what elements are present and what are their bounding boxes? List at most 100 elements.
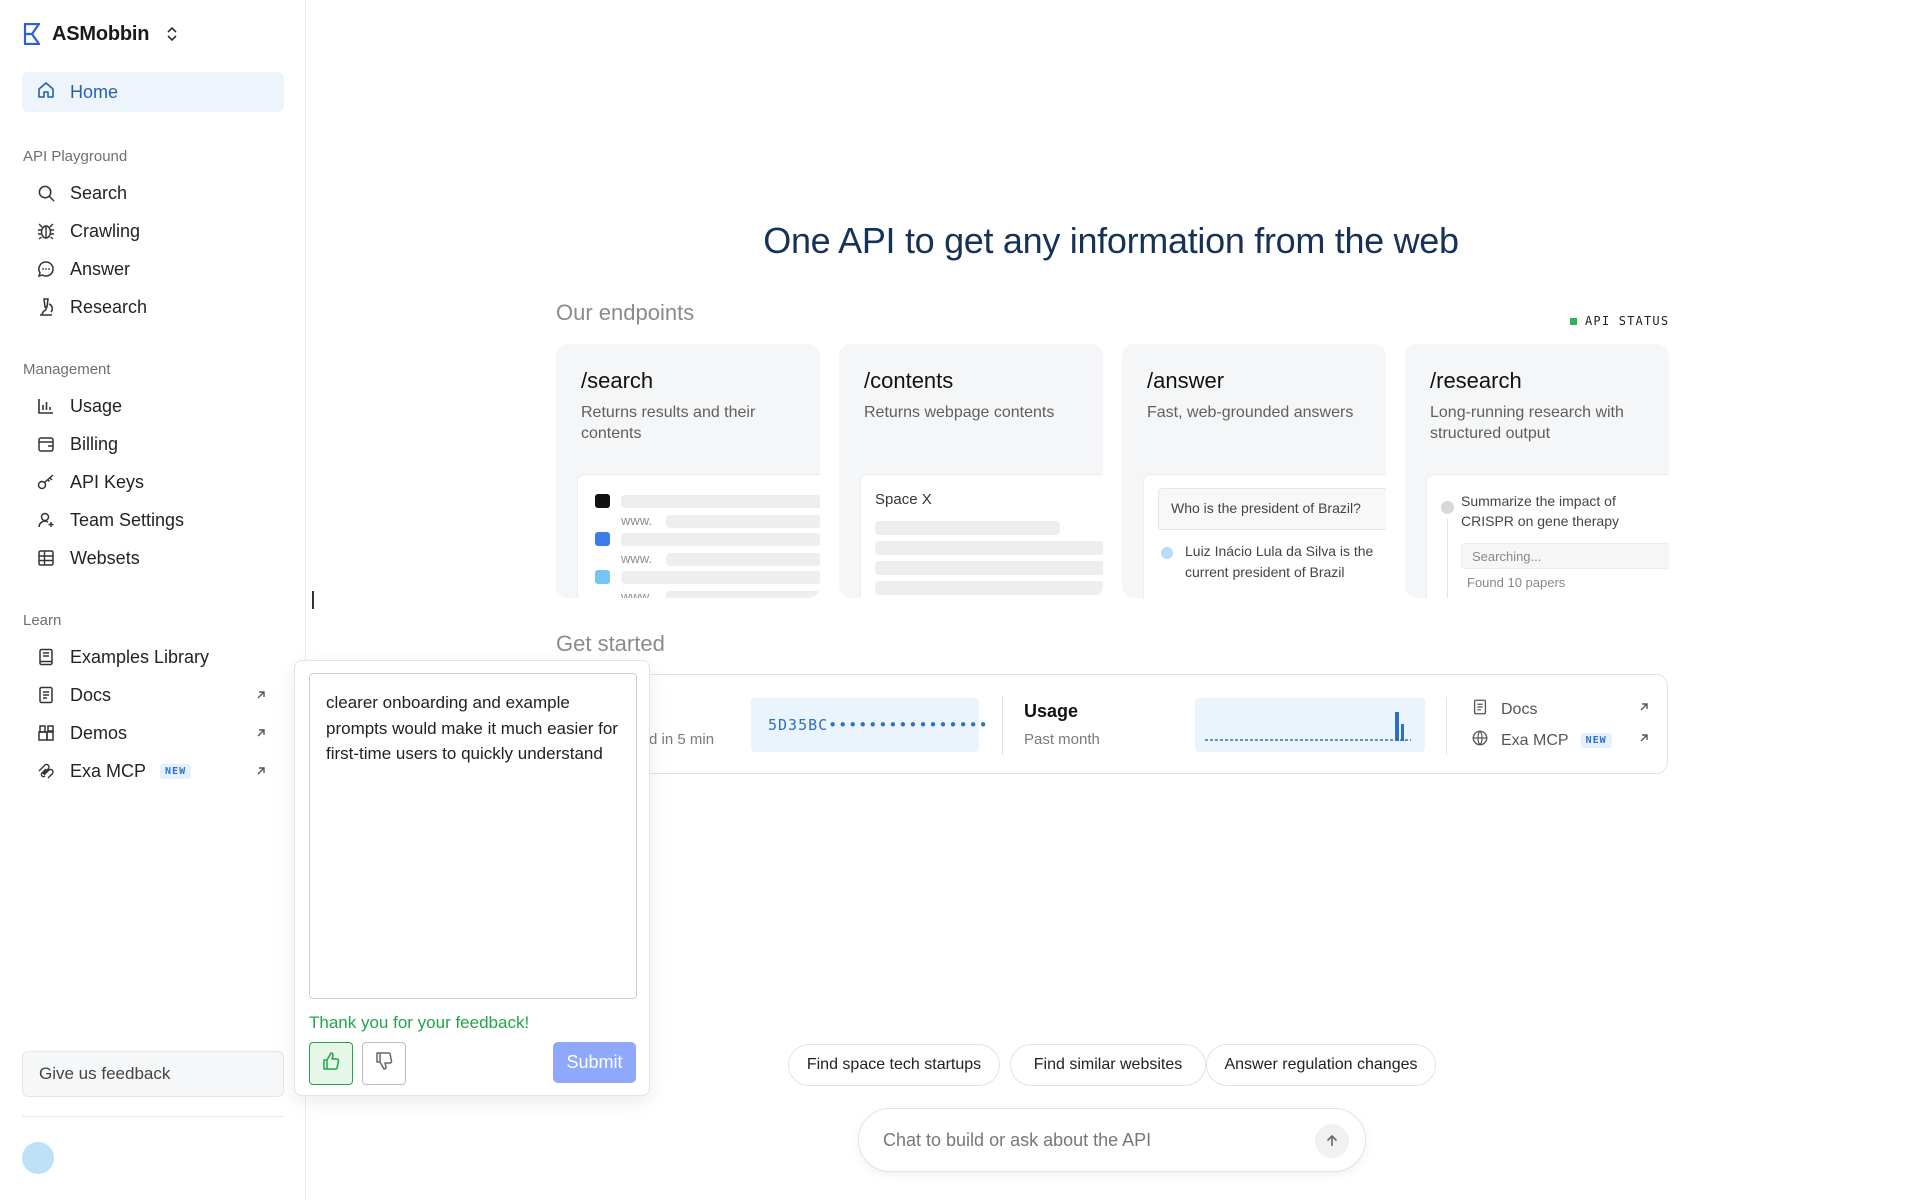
api-key-display[interactable]: 5D35BC••••••••••••••••: [751, 698, 988, 752]
link-label: Exa MCP: [1501, 731, 1569, 749]
preview-answer: Luiz Inácio Lula da Silva is the current…: [1185, 543, 1374, 580]
sidebar-item-docs[interactable]: Docs: [22, 677, 284, 713]
sidebar-item-home[interactable]: Home: [22, 72, 284, 112]
sidebar-item-label: Crawling: [70, 220, 141, 241]
mcp-icon: [36, 761, 56, 781]
thumbs-down-icon: [374, 1051, 394, 1076]
sidebar-item-websets[interactable]: Websets: [22, 540, 284, 576]
send-arrow-icon[interactable]: [1315, 1124, 1349, 1158]
blocks-icon: [36, 723, 56, 743]
document-icon: [1471, 698, 1489, 721]
home-icon: [36, 80, 56, 105]
section-title-learn: Learn: [23, 612, 62, 629]
answer-dot-icon: [1161, 547, 1173, 559]
docs-link[interactable]: Docs: [1471, 698, 1651, 721]
sidebar-item-label: Websets: [70, 547, 140, 568]
sidebar-item-exa-mcp[interactable]: Exa MCP NEW: [22, 753, 284, 789]
new-badge: NEW: [160, 763, 192, 779]
endpoint-name: /answer: [1147, 368, 1225, 393]
result-favicon-icon: [595, 532, 610, 546]
sidebar-item-label: Team Settings: [70, 509, 185, 530]
sidebar-item-search[interactable]: Search: [22, 175, 284, 211]
sidebar-item-billing[interactable]: Billing: [22, 426, 284, 462]
search-icon: [36, 183, 56, 203]
endpoint-cards: /search Returns results and their conten…: [556, 344, 1669, 598]
suggestion-chip[interactable]: Find similar websites: [1010, 1044, 1206, 1086]
endpoint-card-research[interactable]: /research Long-running research with str…: [1405, 344, 1669, 598]
divider: [1446, 697, 1447, 755]
get-started-card: d in 5 min 5D35BC•••••••••••••••• Usage …: [556, 674, 1668, 774]
get-started-section-title: Get started: [556, 631, 665, 656]
sidebar-item-research[interactable]: Research: [22, 289, 284, 325]
chevron-updown-icon[interactable]: [165, 25, 179, 43]
external-link-icon: [1637, 700, 1651, 719]
result-url: www.: [621, 513, 653, 528]
result-favicon-icon: [595, 570, 610, 584]
preview-title: Space X: [875, 491, 932, 508]
api-status-link[interactable]: API STATUS: [1570, 314, 1669, 328]
sidebar-item-answer[interactable]: Answer: [22, 251, 284, 287]
section-title-management: Management: [23, 361, 111, 378]
sidebar-item-label: Billing: [70, 433, 119, 454]
sidebar-item-demos[interactable]: Demos: [22, 715, 284, 751]
research-preview: Summarize the impact of CRISPR on gene t…: [1426, 474, 1669, 598]
avatar[interactable]: [22, 1142, 54, 1174]
result-url: www.: [621, 551, 653, 566]
sidebar-item-label: API Keys: [70, 471, 145, 492]
result-favicon-icon: [595, 494, 610, 508]
globe-icon: [1471, 729, 1489, 752]
endpoint-description: Returns results and their contents: [581, 404, 756, 442]
link-label: Docs: [1501, 700, 1538, 718]
result-url: www.: [621, 589, 653, 598]
thumbs-up-button[interactable]: [309, 1042, 353, 1085]
preview-question: Who is the president of Brazil?: [1158, 488, 1386, 530]
suggestion-chip[interactable]: Answer regulation changes: [1206, 1044, 1436, 1086]
preview-status: Searching...: [1461, 543, 1669, 569]
usage-sparkline[interactable]: [1195, 698, 1425, 752]
suggestion-chip[interactable]: Find space tech startups: [788, 1044, 1000, 1086]
book-icon: [36, 647, 56, 667]
external-link-icon: [254, 762, 270, 778]
answer-preview: Who is the president of Brazil? Luiz Iná…: [1143, 474, 1386, 598]
bar-chart-icon: [36, 396, 56, 416]
bug-icon: [36, 221, 56, 241]
workspace-name: ASMobbin: [52, 22, 150, 45]
sidebar-item-label: Answer: [70, 258, 131, 279]
contents-preview: Space X: [860, 474, 1103, 598]
sidebar-item-label: Research: [70, 296, 148, 317]
chat-input[interactable]: Chat to build or ask about the API: [858, 1108, 1366, 1172]
endpoint-card-answer[interactable]: /answer Fast, web-grounded answers Who i…: [1122, 344, 1386, 598]
wallet-icon: [36, 434, 56, 454]
feedback-popover: clearer onboarding and example prompts w…: [294, 660, 650, 1096]
feedback-thanks-message: Thank you for your feedback!: [309, 1013, 530, 1032]
sidebar-item-label: Docs: [70, 684, 112, 705]
thumbs-down-button[interactable]: [362, 1042, 406, 1085]
sidebar-item-label: Exa MCP: [70, 760, 147, 781]
sidebar-item-label: Search: [70, 182, 128, 203]
grid-icon: [36, 548, 56, 568]
workspace-switcher[interactable]: ASMobbin: [22, 20, 179, 48]
submit-feedback-button[interactable]: Submit: [553, 1042, 636, 1083]
divider: [1002, 697, 1003, 755]
external-link-icon: [1637, 731, 1651, 750]
usage-title: Usage: [1024, 701, 1079, 721]
exa-mcp-link[interactable]: Exa MCP NEW: [1471, 729, 1651, 752]
endpoint-name: /search: [581, 368, 654, 393]
endpoint-description: Long-running research with structured ou…: [1430, 404, 1624, 442]
endpoint-description: Returns webpage contents: [864, 404, 1055, 421]
endpoint-card-contents[interactable]: /contents Returns webpage contents Space…: [839, 344, 1103, 598]
status-indicator-icon: [1570, 317, 1577, 325]
sidebar-item-team-settings[interactable]: Team Settings: [22, 502, 284, 538]
sidebar: ASMobbin Home API Playground Search Craw…: [0, 0, 306, 1200]
sidebar-item-examples-library[interactable]: Examples Library: [22, 639, 284, 675]
sidebar-item-usage[interactable]: Usage: [22, 388, 284, 424]
sidebar-item-crawling[interactable]: Crawling: [22, 213, 284, 249]
endpoint-description: Fast, web-grounded answers: [1147, 404, 1354, 421]
text-cursor: [312, 591, 314, 609]
sidebar-item-api-keys[interactable]: API Keys: [22, 464, 284, 500]
give-feedback-button[interactable]: Give us feedback: [22, 1051, 284, 1097]
endpoint-card-search[interactable]: /search Returns results and their conten…: [556, 344, 820, 598]
feedback-textarea[interactable]: clearer onboarding and example prompts w…: [309, 673, 637, 999]
usage-period: Past month: [1024, 731, 1100, 748]
user-icon: [36, 510, 56, 530]
